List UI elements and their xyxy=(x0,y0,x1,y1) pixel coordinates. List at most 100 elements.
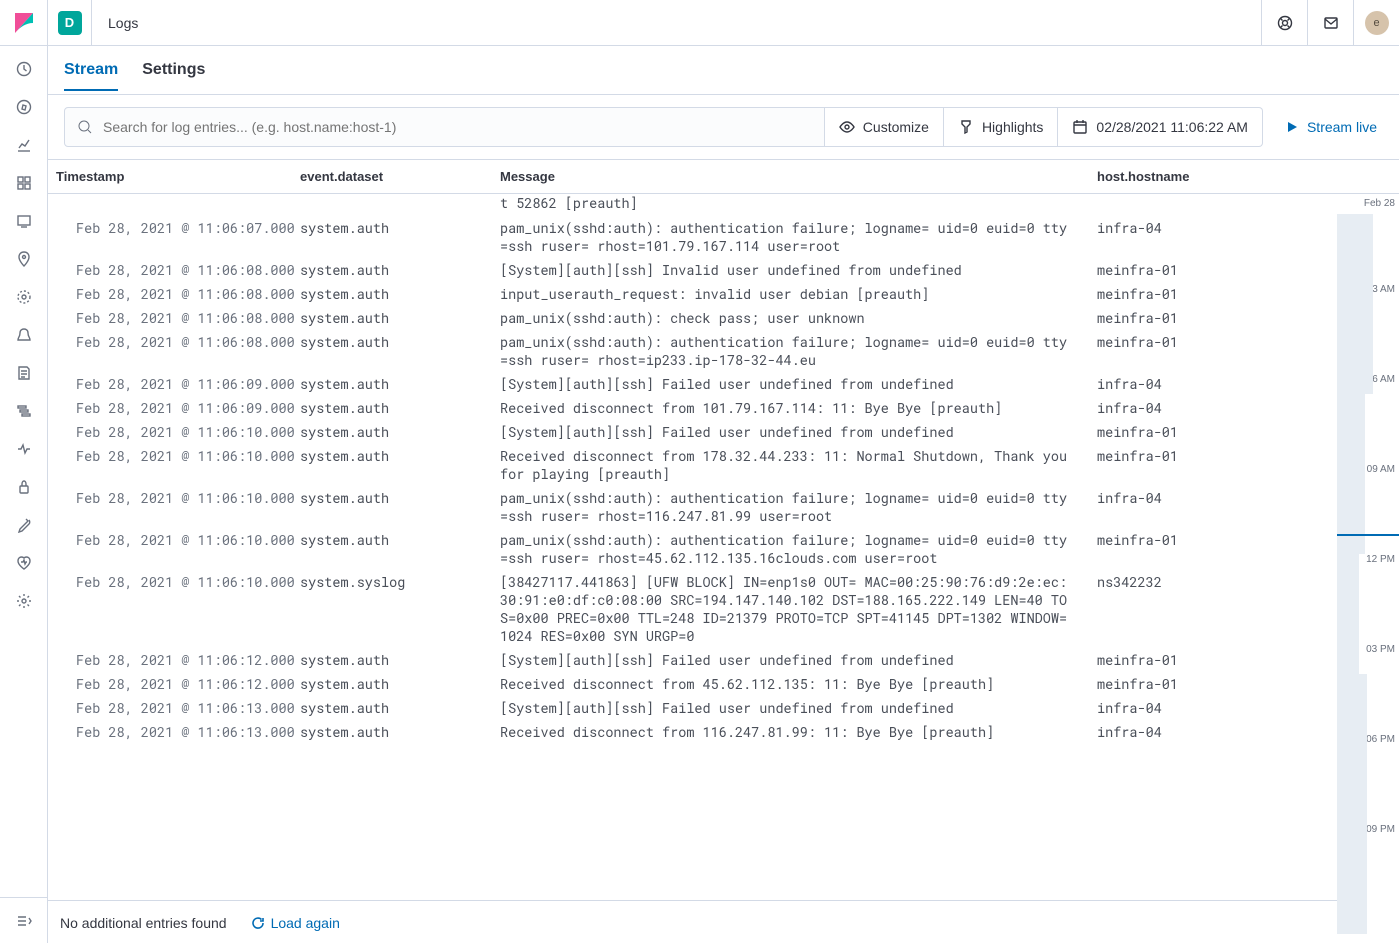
nav-recent-icon[interactable] xyxy=(0,50,48,88)
minimap-tick: 12 PM xyxy=(1366,554,1395,565)
log-message: Received disconnect from 178.32.44.233: … xyxy=(500,447,1097,483)
minimap-tick: 09 AM xyxy=(1367,464,1395,475)
log-row[interactable]: Feb 28, 2021 @ 11:06:10.000system.authpa… xyxy=(48,486,1337,528)
minimap-tick: 03 PM xyxy=(1366,644,1395,655)
log-host: infra-04 xyxy=(1097,219,1337,255)
nav-security-icon[interactable] xyxy=(0,468,48,506)
nav-visualize-icon[interactable] xyxy=(0,126,48,164)
minimap[interactable]: Feb 28 03 AM06 AM09 AM12 PM03 PM06 PM09 … xyxy=(1337,194,1399,943)
col-hostname: host.hostname xyxy=(1097,169,1337,184)
nav-maps-icon[interactable] xyxy=(0,240,48,278)
log-timestamp: Feb 28, 2021 @ 11:06:10.000 xyxy=(48,573,300,645)
nav-management-icon[interactable] xyxy=(0,582,48,620)
play-icon xyxy=(1285,120,1299,134)
help-icon[interactable] xyxy=(1261,0,1307,46)
log-timestamp: Feb 28, 2021 @ 11:06:13.000 xyxy=(48,699,300,717)
nav-uptime-icon[interactable] xyxy=(0,430,48,468)
log-row[interactable]: Feb 28, 2021 @ 11:06:12.000system.auth[S… xyxy=(48,648,1337,672)
footer-status: No additional entries found xyxy=(60,915,227,931)
log-timestamp: Feb 28, 2021 @ 11:06:08.000 xyxy=(48,333,300,369)
kibana-logo[interactable] xyxy=(0,0,48,46)
log-message: Received disconnect from 101.79.167.114:… xyxy=(500,399,1097,417)
search-field-wrap[interactable] xyxy=(64,107,825,147)
log-message: [38427117.441863] [UFW BLOCK] IN=enp1s0 … xyxy=(500,573,1097,645)
log-host: infra-04 xyxy=(1097,699,1337,717)
log-row[interactable]: Feb 28, 2021 @ 11:06:13.000system.authRe… xyxy=(48,720,1337,744)
log-timestamp: Feb 28, 2021 @ 11:06:09.000 xyxy=(48,375,300,393)
log-row[interactable]: Feb 28, 2021 @ 11:06:09.000system.auth[S… xyxy=(48,372,1337,396)
calendar-icon xyxy=(1072,119,1088,135)
log-row[interactable]: Feb 28, 2021 @ 11:06:12.000system.authRe… xyxy=(48,672,1337,696)
log-timestamp: Feb 28, 2021 @ 11:06:10.000 xyxy=(48,531,300,567)
stream-live-button[interactable]: Stream live xyxy=(1279,119,1383,135)
log-row[interactable]: Feb 28, 2021 @ 11:06:09.000system.authRe… xyxy=(48,396,1337,420)
minimap-tick: 09 PM xyxy=(1366,824,1395,835)
nav-canvas-icon[interactable] xyxy=(0,202,48,240)
nav-ml-icon[interactable] xyxy=(0,278,48,316)
log-message: pam_unix(sshd:auth): authentication fail… xyxy=(500,333,1097,369)
log-host: meinfra-01 xyxy=(1097,447,1337,483)
page-title: Logs xyxy=(92,15,154,31)
log-host: meinfra-01 xyxy=(1097,261,1337,279)
log-dataset: system.auth xyxy=(300,447,500,483)
nav-monitor-icon[interactable] xyxy=(0,544,48,582)
log-message: input_userauth_request: invalid user deb… xyxy=(500,285,1097,303)
newsfeed-icon[interactable] xyxy=(1307,0,1353,46)
log-row[interactable]: Feb 28, 2021 @ 11:06:10.000system.authpa… xyxy=(48,528,1337,570)
log-row[interactable]: Feb 28, 2021 @ 11:06:10.000system.authRe… xyxy=(48,444,1337,486)
search-input[interactable] xyxy=(103,119,812,135)
log-host: meinfra-01 xyxy=(1097,423,1337,441)
log-host: meinfra-01 xyxy=(1097,651,1337,669)
user-avatar[interactable]: e xyxy=(1353,0,1399,46)
log-dataset: system.auth xyxy=(300,285,500,303)
log-timestamp: Feb 28, 2021 @ 11:06:12.000 xyxy=(48,675,300,693)
col-dataset: event.dataset xyxy=(300,169,500,184)
log-row[interactable]: Feb 28, 2021 @ 11:06:10.000system.syslog… xyxy=(48,570,1337,648)
log-rows-container[interactable]: t 52862 [preauth] Feb 28, 2021 @ 11:06:07… xyxy=(48,194,1337,900)
log-timestamp: Feb 28, 2021 @ 11:06:08.000 xyxy=(48,309,300,327)
eye-icon xyxy=(839,119,855,135)
log-timestamp: Feb 28, 2021 @ 11:06:08.000 xyxy=(48,261,300,279)
highlights-button[interactable]: Highlights xyxy=(944,107,1058,147)
log-host: infra-04 xyxy=(1097,489,1337,525)
log-timestamp: Feb 28, 2021 @ 11:06:10.000 xyxy=(48,447,300,483)
log-message: Received disconnect from 45.62.112.135: … xyxy=(500,675,1097,693)
nav-collapse-icon[interactable] xyxy=(0,897,48,943)
col-message: Message xyxy=(500,169,1097,184)
tab-settings[interactable]: Settings xyxy=(142,49,205,91)
nav-apm-icon[interactable] xyxy=(0,392,48,430)
log-row[interactable]: Feb 28, 2021 @ 11:06:08.000system.authpa… xyxy=(48,330,1337,372)
log-row[interactable]: Feb 28, 2021 @ 11:06:08.000system.auth[S… xyxy=(48,258,1337,282)
load-again-link[interactable]: Load again xyxy=(251,915,340,931)
tabs: Stream Settings xyxy=(48,46,1399,94)
tab-stream[interactable]: Stream xyxy=(64,49,118,91)
log-message: [System][auth][ssh] Failed user undefine… xyxy=(500,699,1097,717)
log-message: pam_unix(sshd:auth): check pass; user un… xyxy=(500,309,1097,327)
space-selector[interactable]: D xyxy=(48,0,92,46)
log-message: pam_unix(sshd:auth): authentication fail… xyxy=(500,531,1097,567)
col-timestamp: Timestamp xyxy=(48,169,300,184)
log-row[interactable]: Feb 28, 2021 @ 11:06:07.000system.authpa… xyxy=(48,216,1337,258)
log-dataset: system.auth xyxy=(300,675,500,693)
log-row[interactable]: Feb 28, 2021 @ 11:06:08.000system.authin… xyxy=(48,282,1337,306)
log-row[interactable]: Feb 28, 2021 @ 11:06:10.000system.auth[S… xyxy=(48,420,1337,444)
log-host: meinfra-01 xyxy=(1097,309,1337,327)
log-row[interactable]: Feb 28, 2021 @ 11:06:08.000system.authpa… xyxy=(48,306,1337,330)
datepicker-button[interactable]: 02/28/2021 11:06:22 AM xyxy=(1058,107,1263,147)
log-row[interactable]: Feb 28, 2021 @ 11:06:13.000system.auth[S… xyxy=(48,696,1337,720)
log-dataset: system.auth xyxy=(300,489,500,525)
nav-rail xyxy=(0,0,48,943)
nav-discover-icon[interactable] xyxy=(0,88,48,126)
log-timestamp: Feb 28, 2021 @ 11:06:08.000 xyxy=(48,285,300,303)
log-dataset: system.auth xyxy=(300,219,500,255)
log-message: Received disconnect from 116.247.81.99: … xyxy=(500,723,1097,741)
minimap-date: Feb 28 xyxy=(1364,198,1395,209)
nav-dashboard-icon[interactable] xyxy=(0,164,48,202)
nav-logs-icon[interactable] xyxy=(0,354,48,392)
log-host: meinfra-01 xyxy=(1097,333,1337,369)
nav-metrics-icon[interactable] xyxy=(0,316,48,354)
customize-button[interactable]: Customize xyxy=(825,107,944,147)
search-icon xyxy=(77,119,93,135)
nav-devtools-icon[interactable] xyxy=(0,506,48,544)
log-message: t 52862 [preauth] xyxy=(500,194,1097,212)
